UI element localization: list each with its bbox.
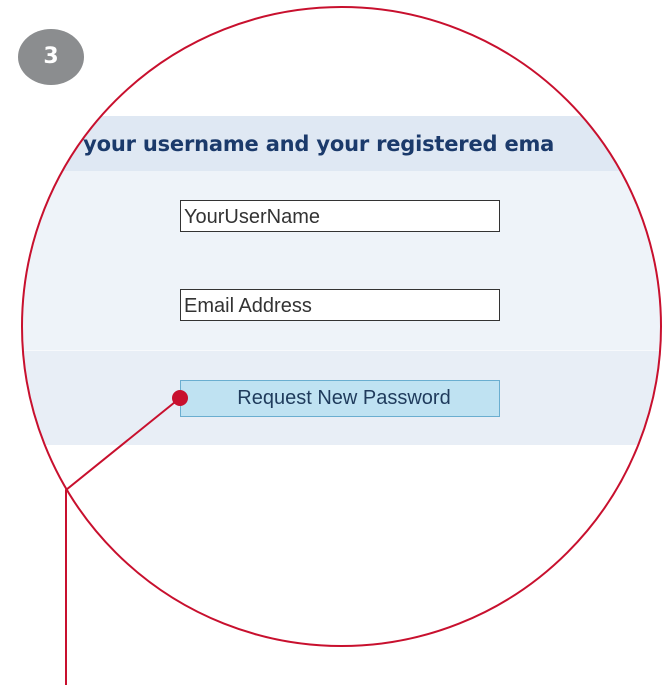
form-fields-area [21, 171, 662, 350]
zoom-magnifier-circle: ter your username and your registered em… [21, 6, 662, 647]
instruction-text: ter your username and your registered em… [42, 132, 555, 156]
username-input[interactable] [180, 200, 500, 232]
zoomed-login-form: ter your username and your registered em… [21, 6, 662, 647]
request-new-password-button[interactable]: Request New Password [180, 380, 500, 417]
email-input[interactable] [180, 289, 500, 321]
